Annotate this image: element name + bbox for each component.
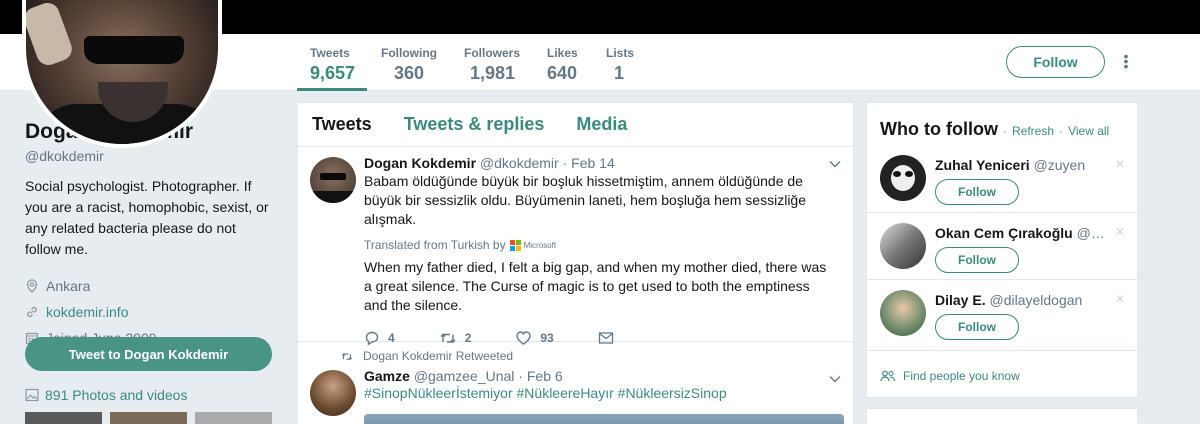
tweet-header: Gamze @gamzee_Unal · Feb 6	[364, 368, 834, 384]
translated-label: Translated from Turkish by	[364, 238, 506, 252]
media-thumbnail[interactable]	[195, 412, 272, 424]
suggestion-handle: @dilayeldogan	[989, 292, 1083, 308]
retweet-context: Dogan Kokdemir Retweeted	[340, 349, 513, 363]
translation-attribution: Translated from Turkish by Microsoft	[364, 238, 834, 252]
profile-avatar[interactable]	[22, 0, 222, 148]
suggestion-item: Zuhal Yeniceri @zuyen Follow ✕	[867, 145, 1137, 212]
who-to-follow-header: Who to follow · Refresh · View all	[880, 119, 1110, 139]
tweet-date[interactable]: · Feb 14	[563, 155, 615, 171]
suggestion-display-name: Zuhal Yeniceri	[935, 157, 1030, 173]
follow-button[interactable]: Follow	[1006, 46, 1105, 78]
refresh-link[interactable]: Refresh	[1012, 124, 1054, 138]
suggestion-avatar[interactable]	[880, 290, 926, 336]
tab-tweets-replies[interactable]: Tweets & replies	[404, 114, 545, 135]
people-icon	[880, 370, 896, 382]
microsoft-logo-icon	[509, 239, 521, 251]
tweet-hashtags[interactable]: #SinopNükleerİstemiyor #NükleereHayır #N…	[364, 385, 834, 401]
stat-value: 9,657	[310, 63, 356, 83]
sidebar-module	[866, 408, 1138, 424]
profile-handle: @dkokdemir	[25, 148, 104, 164]
suggestion-handle: @o...	[1076, 225, 1105, 241]
profile-location: Ankara	[25, 273, 280, 299]
divider	[867, 350, 1137, 351]
stat-value: 360	[394, 63, 425, 83]
suggestion-name[interactable]: Dilay E. @dilayeldogan	[935, 292, 1105, 308]
stat-followers[interactable]: Followers 1,981	[464, 46, 520, 84]
tweet-avatar[interactable]	[310, 370, 356, 416]
suggestion-display-name: Okan Cem Çırakoğlu	[935, 225, 1073, 241]
profile-card: Dogan Kokdemir @dkokdemir Social psychol…	[25, 120, 280, 351]
stat-tweets[interactable]: Tweets 9,657	[310, 46, 355, 84]
timeline: Tweets Tweets & replies Media Dogan Kokd…	[297, 102, 854, 424]
stat-label: Lists	[606, 46, 635, 60]
suggestion-handle: @zuyen	[1033, 157, 1086, 173]
suggestion-follow-button[interactable]: Follow	[935, 179, 1019, 205]
stat-following[interactable]: Following 360	[381, 46, 437, 84]
tweet-header: Dogan Kokdemir @dkokdemir · Feb 14	[364, 155, 834, 171]
tweet-handle[interactable]: @dkokdemir	[480, 155, 559, 171]
chevron-down-icon[interactable]	[829, 157, 841, 171]
stat-likes[interactable]: Likes 640	[547, 46, 578, 84]
find-people-link[interactable]: Find people you know	[880, 369, 1020, 383]
chevron-down-icon[interactable]	[829, 372, 841, 386]
tab-media[interactable]: Media	[576, 114, 627, 135]
stat-label: Following	[381, 46, 437, 60]
tweet-media[interactable]	[364, 414, 844, 424]
retweet-icon	[341, 352, 353, 360]
profile-website: kokdemir.info	[25, 299, 280, 325]
tweet-handle[interactable]: @gamzee_Unal	[414, 368, 515, 384]
tweet[interactable]: Dogan Kokdemir @dkokdemir · Feb 14 Babam…	[298, 147, 853, 346]
location-pin-icon	[26, 279, 38, 293]
suggestion-item: Dilay E. @dilayeldogan Follow ✕	[867, 279, 1137, 346]
tweet-text: Babam öldüğünde büyük bir boşluk hissetm…	[364, 173, 806, 227]
suggestion-name[interactable]: Zuhal Yeniceri @zuyen	[935, 157, 1105, 173]
active-stat-underline	[297, 88, 367, 91]
translator-name: Microsoft	[523, 240, 557, 250]
stat-label: Likes	[547, 46, 578, 60]
location-text: Ankara	[46, 278, 91, 294]
media-thumbnail[interactable]	[25, 412, 102, 424]
stat-lists[interactable]: Lists 1	[606, 46, 634, 84]
suggestion-follow-button[interactable]: Follow	[935, 247, 1019, 273]
tweet-translation: When my father died, I felt a big gap, a…	[364, 259, 827, 313]
tweet-avatar[interactable]	[310, 157, 356, 203]
dismiss-icon[interactable]: ✕	[1115, 225, 1125, 239]
more-options-icon[interactable]: • • •	[1120, 49, 1132, 73]
stat-value: 640	[547, 63, 578, 83]
suggestion-avatar[interactable]	[880, 223, 926, 269]
photos-label: 891 Photos and videos	[45, 387, 188, 403]
suggestion-name[interactable]: Okan Cem Çırakoğlu @o...	[935, 225, 1105, 241]
tweet-author[interactable]: Dogan Kokdemir	[364, 155, 476, 171]
photos-videos-link[interactable]: 891 Photos and videos	[25, 387, 187, 403]
who-to-follow-module: Who to follow · Refresh · View all Zuhal…	[866, 102, 1138, 398]
media-thumbnail[interactable]	[110, 412, 187, 424]
website-link[interactable]: kokdemir.info	[46, 304, 128, 320]
link-icon	[27, 306, 37, 318]
find-people-label: Find people you know	[903, 369, 1020, 383]
stat-label: Followers	[464, 46, 521, 60]
stat-value: 1	[614, 63, 625, 83]
retweeted-by[interactable]: Dogan Kokdemir Retweeted	[363, 349, 513, 363]
tweet[interactable]: Dogan Kokdemir Retweeted Gamze @gamzee_U…	[298, 342, 853, 424]
dismiss-icon[interactable]: ✕	[1115, 157, 1125, 171]
photo-icon	[25, 388, 39, 402]
timeline-tabs: Tweets Tweets & replies Media	[298, 103, 853, 147]
view-all-link[interactable]: View all	[1068, 124, 1109, 138]
tweet-date[interactable]: · Feb 6	[518, 368, 562, 384]
tab-tweets[interactable]: Tweets	[312, 114, 372, 135]
suggestion-item: Okan Cem Çırakoğlu @o... Follow ✕	[867, 212, 1137, 279]
who-to-follow-title: Who to follow	[880, 119, 998, 139]
suggestion-avatar[interactable]	[880, 155, 926, 201]
tweet-to-button[interactable]: Tweet to Dogan Kokdemir	[25, 337, 272, 371]
tweet-author[interactable]: Gamze	[364, 368, 410, 384]
suggestion-display-name: Dilay E.	[935, 292, 986, 308]
stat-value: 1,981	[470, 63, 516, 83]
dismiss-icon[interactable]: ✕	[1115, 292, 1125, 306]
stat-label: Tweets	[310, 46, 350, 60]
suggestion-follow-button[interactable]: Follow	[935, 314, 1019, 340]
profile-bio: Social psychologist. Photographer. If yo…	[25, 178, 269, 257]
